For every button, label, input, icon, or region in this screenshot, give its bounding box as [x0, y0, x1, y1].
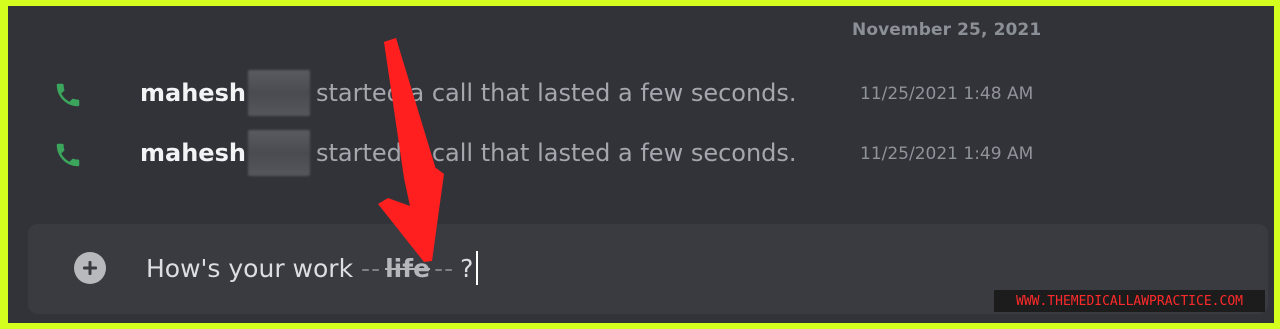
strikethrough-marker-left: -- — [361, 253, 382, 283]
plus-icon — [83, 261, 97, 275]
chat-panel: November 25, 2021 mahesh started a call … — [8, 6, 1274, 323]
watermark: WWW.THEMEDICALLAWPRACTICE.COM — [994, 290, 1265, 312]
phone-icon — [56, 83, 80, 107]
call-message-text: started a call that lasted a few seconds… — [316, 79, 797, 107]
strikethrough-text: life — [385, 253, 431, 283]
phone-icon — [56, 143, 80, 167]
text-cursor — [476, 251, 479, 285]
strikethrough-marker-right: -- — [434, 253, 455, 283]
call-message-row: mahesh started a call that lasted a few … — [8, 130, 1274, 176]
call-message-text: started a call that lasted a few seconds… — [316, 139, 797, 167]
message-timestamp: 11/25/2021 1:48 AM — [860, 84, 1034, 104]
redacted-name-blur — [248, 130, 310, 176]
message-author[interactable]: mahesh — [140, 139, 246, 167]
composer-text-end: ? — [460, 253, 474, 283]
message-author[interactable]: mahesh — [140, 79, 246, 107]
message-input[interactable]: How's your work -- life -- ? — [146, 251, 479, 285]
call-message-row: mahesh started a call that lasted a few … — [8, 70, 1274, 116]
date-divider: November 25, 2021 — [852, 20, 1042, 40]
add-attachment-button[interactable] — [74, 252, 106, 284]
composer-text-start: How's your work — [146, 253, 354, 283]
message-timestamp: 11/25/2021 1:49 AM — [860, 144, 1034, 164]
redacted-name-blur — [248, 70, 310, 116]
